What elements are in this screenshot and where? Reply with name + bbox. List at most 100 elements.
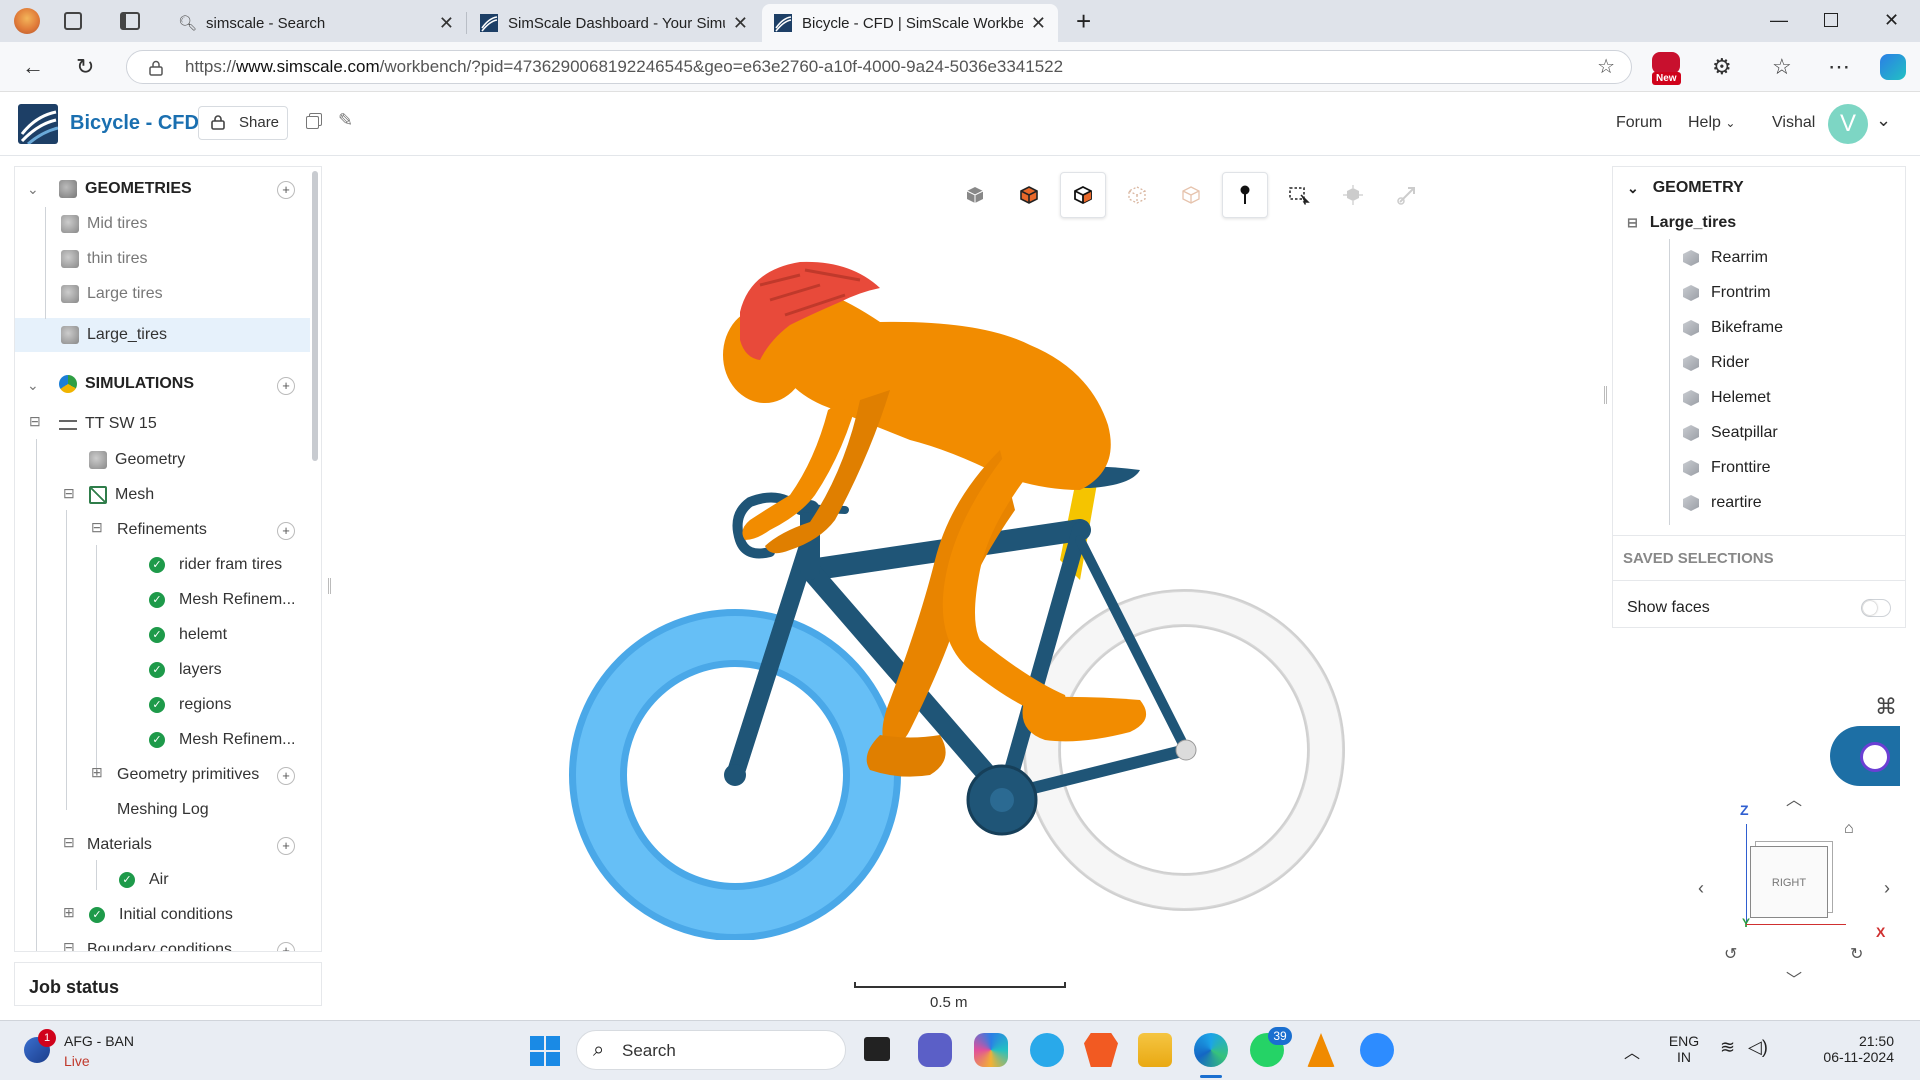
explode-icon[interactable] — [1330, 172, 1376, 218]
geometry-item[interactable]: Mid tires — [61, 209, 147, 239]
extensions-icon[interactable]: ⚙ — [1712, 54, 1732, 80]
add-refinement-button[interactable]: + — [277, 522, 295, 540]
home-view-icon[interactable]: ⌂ — [1844, 820, 1854, 838]
material-item[interactable]: ✓ Air — [119, 865, 169, 895]
minimize-icon[interactable]: — — [1770, 10, 1788, 31]
geometry-item[interactable]: Large tires — [61, 279, 163, 309]
zoom-icon[interactable] — [1360, 1033, 1394, 1067]
tab-workbench[interactable]: Bicycle - CFD | SimScale Workben ✕ — [762, 4, 1058, 42]
rotate-up-icon[interactable]: ︿ — [1786, 786, 1802, 810]
user-name[interactable]: Vishal — [1772, 114, 1815, 132]
share-button[interactable]: Share — [198, 106, 288, 140]
collapse-icon[interactable]: ⊟ — [91, 519, 103, 536]
part-item[interactable]: Bikeframe — [1683, 313, 1783, 343]
forum-link[interactable]: Forum — [1616, 114, 1662, 132]
refinement-item[interactable]: ✓ helemt — [149, 620, 227, 650]
edit-pencil-icon[interactable]: ✎ — [338, 110, 353, 131]
close-tab-icon[interactable]: ✕ — [733, 13, 748, 34]
file-explorer-icon[interactable] — [1138, 1033, 1172, 1067]
panel-resize-handle[interactable] — [1604, 386, 1607, 404]
restore-icon[interactable] — [1824, 13, 1838, 27]
favorites-icon[interactable]: ☆ — [1772, 54, 1792, 80]
navigation-cube[interactable]: ︿ ⌂ ‹ › Z Y X RIGHT ↺ ↻ ﹀ — [1688, 786, 1890, 989]
avatar[interactable]: V — [1828, 104, 1868, 144]
project-title[interactable]: Bicycle - CFD — [70, 112, 199, 135]
solid-edges-view-icon[interactable] — [1006, 172, 1052, 218]
help-menu[interactable]: Help ⌄ — [1688, 114, 1735, 132]
copilot-app-icon[interactable] — [974, 1033, 1008, 1067]
part-item[interactable]: Seatpillar — [1683, 418, 1778, 448]
refinement-item[interactable]: ✓ regions — [149, 690, 231, 720]
back-icon[interactable]: ← — [22, 54, 44, 80]
solid-view-icon[interactable] — [952, 172, 998, 218]
add-geometry-button[interactable]: + — [277, 181, 295, 199]
expand-icon[interactable]: ⊞ — [63, 904, 75, 921]
materials-item[interactable]: Materials — [87, 830, 152, 860]
scrollbar[interactable] — [312, 171, 318, 461]
geometry-item-selected[interactable]: Large_tires — [61, 320, 167, 350]
bicycle-cfd-model[interactable] — [560, 240, 1360, 940]
part-item[interactable]: Helemet — [1683, 383, 1771, 413]
meshing-log-item[interactable]: Meshing Log — [117, 795, 209, 825]
chevron-down-icon[interactable]: ⌄ — [27, 181, 39, 198]
simulations-header[interactable]: SIMULATIONS — [59, 369, 194, 399]
part-item[interactable]: Fronttire — [1683, 453, 1771, 483]
geometry-item[interactable]: thin tires — [61, 244, 147, 274]
part-item[interactable]: Rider — [1683, 348, 1749, 378]
geometry-primitives-item[interactable]: Geometry primitives — [117, 760, 259, 790]
part-item[interactable]: reartire — [1683, 488, 1762, 518]
simulation-item[interactable]: TT SW 15 — [59, 409, 157, 439]
workspaces-icon[interactable] — [64, 12, 82, 30]
chevron-down-icon[interactable]: ⌄ — [27, 377, 39, 394]
apps-grid-icon[interactable]: ⌘ — [1872, 694, 1900, 722]
news-widget[interactable]: 1 AFG - BAN Live — [24, 1029, 164, 1073]
box-select-icon[interactable] — [1276, 172, 1322, 218]
add-material-button[interactable]: + — [277, 837, 295, 855]
boundary-conditions-item[interactable]: Boundary conditions — [87, 935, 232, 951]
volume-icon[interactable]: ◁) — [1748, 1037, 1768, 1058]
collapse-icon[interactable]: ⊟ — [63, 939, 75, 951]
initial-conditions-item[interactable]: ✓ Initial conditions — [89, 900, 233, 930]
show-faces-toggle[interactable] — [1861, 599, 1891, 617]
close-window-icon[interactable]: ✕ — [1884, 10, 1899, 31]
copilot-icon[interactable] — [1880, 54, 1906, 80]
tab-search[interactable]: 🔍︎ simscale - Search ✕ — [166, 4, 466, 42]
rotate-down-icon[interactable]: ﹀ — [1786, 966, 1802, 990]
refresh-icon[interactable]: ↻ — [76, 54, 94, 80]
point-pick-icon[interactable] — [1222, 172, 1268, 218]
wifi-icon[interactable]: ≋ — [1720, 1037, 1735, 1058]
simscale-logo-icon[interactable] — [18, 104, 58, 144]
roll-right-icon[interactable]: ↻ — [1850, 944, 1863, 964]
geometries-header[interactable]: GEOMETRIES — [59, 174, 192, 204]
rotate-right-icon[interactable]: › — [1884, 878, 1890, 899]
collapse-icon[interactable]: ⊟ — [29, 413, 41, 430]
job-status-panel[interactable]: Job status — [14, 962, 322, 1006]
copilot-extension-icon[interactable] — [1652, 52, 1680, 74]
refinement-item[interactable]: ✓ Mesh Refinem... — [149, 725, 295, 755]
geometry-panel-header[interactable]: ⌄ GEOMETRY — [1627, 173, 1744, 203]
panel-resize-handle[interactable] — [328, 578, 331, 594]
mesh-item[interactable]: Mesh — [89, 480, 154, 510]
add-boundary-button[interactable]: + — [277, 942, 295, 951]
refinement-item[interactable]: ✓ rider fram tires — [149, 550, 282, 580]
saved-selections-header[interactable]: SAVED SELECTIONS — [1613, 535, 1905, 581]
more-icon[interactable]: ⋯ — [1828, 54, 1850, 80]
part-item[interactable]: Rearrim — [1683, 243, 1768, 273]
tab-actions-icon[interactable] — [120, 12, 140, 30]
close-tab-icon[interactable]: ✕ — [439, 13, 454, 34]
telegram-icon[interactable] — [1030, 1033, 1064, 1067]
windows-start-icon[interactable] — [530, 1036, 560, 1066]
refinement-item[interactable]: ✓ layers — [149, 655, 222, 685]
language-indicator[interactable]: ENG IN — [1664, 1033, 1704, 1065]
wireframe-view-icon[interactable] — [1114, 172, 1160, 218]
collapse-icon[interactable]: ⊟ — [63, 485, 75, 502]
sim-geometry-item[interactable]: Geometry — [89, 445, 185, 475]
refinements-item[interactable]: Refinements — [117, 515, 207, 545]
collapse-icon[interactable]: ⊟ — [63, 834, 75, 851]
highlight-view-icon[interactable] — [1060, 172, 1106, 218]
vlc-icon[interactable] — [1307, 1033, 1335, 1067]
transparent-view-icon[interactable] — [1168, 172, 1214, 218]
measure-icon[interactable] — [1384, 172, 1430, 218]
chevron-down-icon[interactable]: ⌄ — [1876, 110, 1891, 131]
part-item[interactable]: Frontrim — [1683, 278, 1771, 308]
